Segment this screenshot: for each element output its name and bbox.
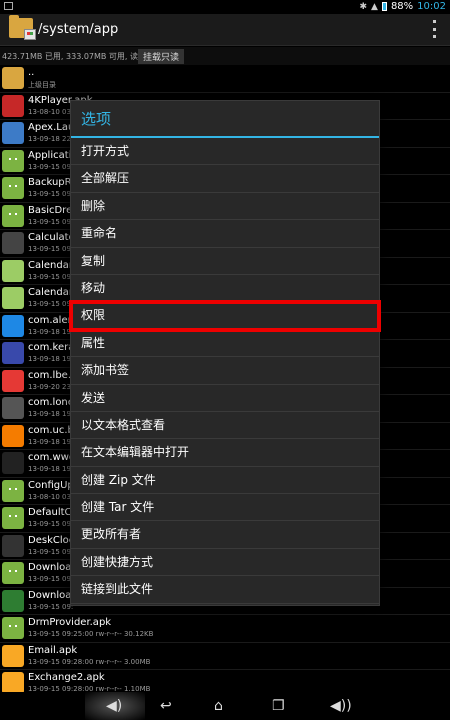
file-meta: 13-09-15 09: <box>28 162 74 171</box>
file-meta: 13-09-15 09: <box>28 300 74 308</box>
menu-item[interactable]: 更改所有者 <box>71 521 379 549</box>
app-icon <box>2 232 24 254</box>
file-meta: 13-08-10 03: <box>28 107 74 116</box>
options-menu: 打开方式 全部解压 删除 重命名 复制 移动 权限 属性 添加书签 发送 以文本格式查看 在文本编辑器… <box>69 138 381 604</box>
file-meta: 上级目录 <box>28 81 56 89</box>
file-meta: 13-09-15 09:25:00 rw-r--r-- 30.12KB <box>28 630 154 638</box>
volume-up-icon[interactable]: ◀)) <box>330 698 352 714</box>
file-meta: 13-09-18 19: <box>28 410 74 418</box>
current-path: /system/app <box>38 22 119 37</box>
file-meta: 13-09-20 23: <box>28 382 74 391</box>
file-meta: 13-09-18 19: <box>28 355 74 363</box>
battery-icon <box>381 2 387 11</box>
app-icon <box>2 342 24 364</box>
file-name: com.alen <box>28 314 74 326</box>
app-icon <box>2 672 24 694</box>
app-icon <box>2 259 24 282</box>
file-meta: 13-09-15 09: <box>28 575 74 583</box>
menu-item[interactable]: 全部解压 <box>71 165 379 193</box>
app-icon <box>2 397 24 419</box>
action-bar: /system/app <box>0 14 450 46</box>
file-meta: 13-09-15 09: <box>28 217 74 226</box>
dialog-title: 选项 <box>71 101 379 138</box>
status-bar: ✱ ▲ 88% 10:02 <box>0 0 450 14</box>
mount-readonly-button[interactable]: 挂载只读 <box>138 49 185 64</box>
status-right: ✱ ▲ 88% 10:02 <box>359 1 446 12</box>
app-icon <box>2 452 24 474</box>
file-name: .. <box>28 67 35 78</box>
menu-item[interactable]: 创建快捷方式 <box>71 549 379 577</box>
file-meta: 13-09-18 22: <box>28 135 74 143</box>
battery-percent: 88% <box>390 1 414 12</box>
menu-item[interactable]: 链接到此文件 <box>71 576 379 604</box>
menu-item[interactable]: 属性 <box>71 330 379 358</box>
signal-icon: ▲ <box>371 1 378 12</box>
file-meta: 13-09-15 09: <box>28 520 74 528</box>
file-meta: 13-09-15 09: <box>28 602 74 611</box>
home-icon[interactable]: ⌂ <box>214 698 223 714</box>
android-apk-icon <box>2 204 24 227</box>
android-apk-icon <box>2 149 24 172</box>
file-row[interactable]: DrmProvider.apk 13-09-15 09:25:00 rw-r--r… <box>0 615 450 643</box>
file-row[interactable]: Email.apk 13-09-15 09:28:00 rw-r--r-- 3.0… <box>0 643 450 670</box>
file-meta: 13-08-10 03: <box>28 492 74 501</box>
menu-item[interactable]: 发送 <box>71 385 379 412</box>
app-folder-icon[interactable] <box>9 15 36 40</box>
recents-icon[interactable]: ❐ <box>272 698 285 714</box>
back-icon[interactable]: ↩ <box>160 698 172 714</box>
menu-item[interactable]: 创建 Zip 文件 <box>71 467 379 495</box>
menu-item[interactable]: 以文本格式查看 <box>71 412 379 440</box>
file-meta: 13-09-18 19: <box>28 465 74 473</box>
file-meta: 13-09-15 09: <box>28 272 74 281</box>
menu-item[interactable]: 创建 Tar 文件 <box>71 494 379 522</box>
app-icon <box>2 287 24 309</box>
android-apk-icon <box>2 507 24 529</box>
app-icon <box>2 424 24 447</box>
app-icon <box>2 314 24 337</box>
file-meta: 13-09-15 09: <box>28 547 74 556</box>
file-name: com.lbe.s <box>28 369 77 381</box>
menu-item-permissions[interactable]: 权限 <box>69 300 381 332</box>
menu-item[interactable]: 移动 <box>71 275 379 303</box>
options-dialog: 选项 打开方式 全部解压 删除 重命名 复制 移动 权限 属性 添加书签 发送 以文本格式查看 在文本… <box>69 100 381 606</box>
android-apk-icon <box>2 617 24 639</box>
parent-folder-icon <box>2 67 24 89</box>
file-name: DrmProvider.apk <box>28 617 112 628</box>
file-row[interactable]: .. 上级目录 <box>0 65 450 93</box>
file-name: Exchange2.apk <box>28 672 105 683</box>
menu-item[interactable]: 复制 <box>71 248 379 275</box>
menu-item[interactable]: 添加书签 <box>71 357 379 385</box>
app-icon <box>2 369 24 392</box>
file-meta: 13-09-15 09: <box>28 245 74 253</box>
app-icon <box>2 534 24 557</box>
file-meta: 13-09-18 19: <box>28 327 74 336</box>
menu-item[interactable]: 打开方式 <box>71 138 379 166</box>
app-icon <box>2 644 24 667</box>
storage-info-bar: 423.71MB 已用, 333.07MB 可用, 读写 挂载只读 <box>0 47 450 65</box>
overflow-menu-icon[interactable] <box>433 20 437 38</box>
android-apk-icon <box>2 177 24 199</box>
menu-item[interactable]: 删除 <box>71 193 379 221</box>
gallery-notification-icon <box>4 2 13 10</box>
android-apk-icon <box>2 562 24 584</box>
app-icon <box>2 589 24 612</box>
bluetooth-icon: ✱ <box>359 1 368 12</box>
file-meta: 13-09-15 09:28:00 rw-r--r-- 3.00MB <box>28 657 151 666</box>
volume-down-icon[interactable]: ◀) <box>106 698 122 714</box>
file-meta: 13-09-18 19: <box>28 437 74 446</box>
storage-info: 423.71MB 已用, 333.07MB 可用, 读写 <box>2 52 147 61</box>
app-icon <box>2 94 24 117</box>
menu-item[interactable]: 在文本编辑器中打开 <box>71 439 379 467</box>
file-name: Email.apk <box>28 644 78 656</box>
android-apk-icon <box>2 479 24 502</box>
navigation-bar: ◀) ↩ ⌂ ❐ ◀)) <box>0 692 450 720</box>
menu-item[interactable]: 重命名 <box>71 220 379 248</box>
file-meta: 13-09-15 09: <box>28 190 74 198</box>
clock: 10:02 <box>417 1 446 12</box>
app-icon <box>2 122 24 144</box>
